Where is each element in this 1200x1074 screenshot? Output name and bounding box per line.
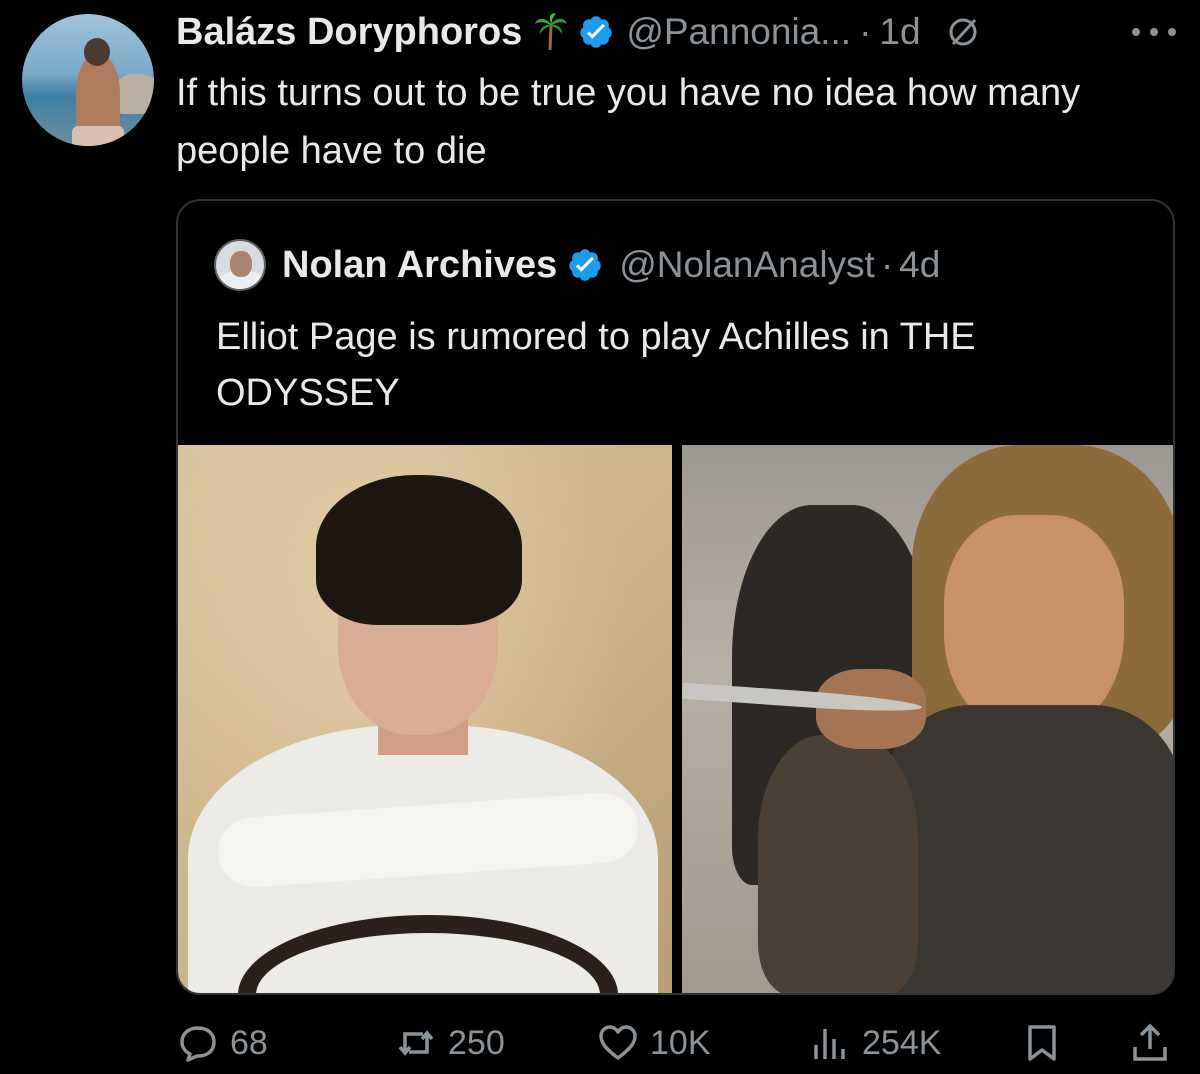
photo-bracer-shape bbox=[758, 735, 918, 993]
photo-armor-shape bbox=[882, 705, 1173, 993]
like-count: 10K bbox=[650, 1023, 711, 1062]
views-button[interactable]: 254K bbox=[810, 1018, 941, 1068]
quoted-avatar-face-shape bbox=[230, 251, 252, 277]
quoted-tweet[interactable]: Nolan Archives @NolanAnalyst · 4d Elliot… bbox=[176, 199, 1175, 995]
grok-icon[interactable] bbox=[945, 14, 981, 50]
author-display-name[interactable]: Balázs Doryphoros bbox=[176, 11, 522, 54]
more-options-icon[interactable] bbox=[1126, 20, 1182, 44]
repost-icon bbox=[398, 1030, 434, 1056]
tweet-header: Balázs Doryphoros @Pannonia... · 1d bbox=[176, 10, 981, 54]
reply-button[interactable]: 68 bbox=[178, 1018, 268, 1068]
views-chart-icon bbox=[814, 1029, 845, 1059]
media-image-left[interactable] bbox=[178, 445, 672, 993]
tweet-timestamp[interactable]: 1d bbox=[879, 11, 920, 53]
verified-badge-icon bbox=[580, 16, 613, 48]
author-avatar[interactable] bbox=[22, 14, 154, 146]
quoted-tweet-timestamp[interactable]: 4d bbox=[899, 244, 940, 286]
repost-button[interactable]: 250 bbox=[396, 1018, 505, 1068]
quoted-tweet-text: Elliot Page is rumored to play Achilles … bbox=[216, 316, 976, 414]
palm-tree-icon bbox=[535, 13, 568, 51]
photo-face-shape bbox=[944, 515, 1124, 735]
tweet-action-bar: 68 250 10K 254K bbox=[0, 1018, 1200, 1068]
repost-count: 250 bbox=[448, 1023, 505, 1062]
tweet[interactable]: Balázs Doryphoros @Pannonia... · 1d If t… bbox=[0, 0, 1200, 1074]
avatar-head-shape bbox=[84, 38, 110, 66]
quoted-header-separator: · bbox=[880, 244, 894, 285]
reply-icon bbox=[180, 1026, 216, 1062]
author-handle[interactable]: @Pannonia... bbox=[626, 11, 851, 53]
header-separator: · bbox=[859, 11, 872, 52]
avatar-rock-shape bbox=[114, 74, 154, 114]
quoted-author-handle[interactable]: @NolanAnalyst bbox=[619, 244, 875, 286]
verified-badge-icon bbox=[569, 249, 601, 281]
media-image-right[interactable] bbox=[682, 445, 1173, 993]
reply-count: 68 bbox=[230, 1023, 268, 1062]
quoted-tweet-header: Nolan Archives @NolanAnalyst · 4d bbox=[214, 239, 940, 291]
quoted-author-avatar[interactable] bbox=[214, 239, 266, 291]
heart-icon bbox=[599, 1025, 637, 1060]
share-icon bbox=[1133, 1023, 1167, 1061]
quoted-author-display-name[interactable]: Nolan Archives bbox=[282, 244, 557, 287]
share-button[interactable] bbox=[1130, 1018, 1170, 1068]
like-button[interactable]: 10K bbox=[598, 1018, 711, 1068]
avatar-shorts-shape bbox=[72, 126, 124, 146]
views-count: 254K bbox=[862, 1023, 942, 1062]
photo-hair-shape bbox=[316, 475, 522, 625]
bookmark-button[interactable] bbox=[1022, 1018, 1062, 1068]
tweet-text: If this turns out to be true you have no… bbox=[176, 72, 1081, 172]
bookmark-icon bbox=[1028, 1025, 1056, 1061]
